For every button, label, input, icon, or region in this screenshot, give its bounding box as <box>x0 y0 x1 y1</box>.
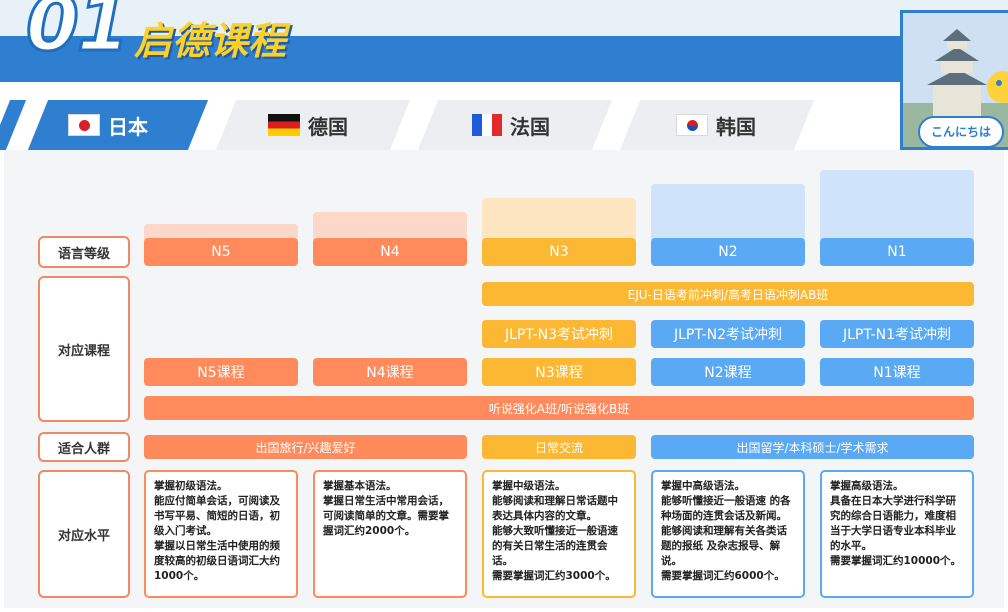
tab-france[interactable]: 法国 <box>472 100 550 150</box>
korea-flag-icon <box>676 114 708 136</box>
japan-flag-icon <box>68 114 100 136</box>
section-title: 启德课程 <box>134 19 287 63</box>
france-flag-icon <box>472 114 502 136</box>
ability-n2-text: 掌握中高级语法。 能够听懂接近一般语速 的各种场面的连贯会话及新闻。能够阅读和理… <box>661 480 791 582</box>
tab-label: 德国 <box>308 114 348 139</box>
tab-label: 韩国 <box>716 114 756 139</box>
tab-label: 法国 <box>510 114 550 139</box>
ability-n3-card: 掌握中级语法。 能够阅读和理解日常话题中表达具体内容的文章。 能够大致听懂接近一… <box>482 470 636 598</box>
course-n2[interactable]: N2课程 <box>651 358 805 386</box>
row-label-ability: 对应水平 <box>38 470 130 598</box>
audience-study-abroad: 出国留学/本科硕士/学术需求 <box>651 435 974 459</box>
ability-n2-card: 掌握中高级语法。 能够听懂接近一般语速 的各种场面的连贯会话及新闻。能够阅读和理… <box>651 470 805 598</box>
level-n3[interactable]: N3 <box>482 238 636 266</box>
tab-germany[interactable]: 德国 <box>268 100 348 150</box>
course-eju[interactable]: EJU-日语考前冲刺/高考日语冲刺AB班 <box>482 282 974 306</box>
header-banner: 01 启德课程 <box>0 0 1008 82</box>
course-n4[interactable]: N4课程 <box>313 358 467 386</box>
level-n1[interactable]: N1 <box>820 238 974 266</box>
row-label-courses: 对应课程 <box>38 276 130 422</box>
row-label-audience: 适合人群 <box>38 432 130 462</box>
level-ghost-bar <box>820 170 974 240</box>
ability-n4-card: 掌握基本语法。 掌握日常生活中常用会话，可阅读简单的文章。需要掌握词汇约2000… <box>313 470 467 598</box>
country-tabs: 日本 德国 法国 韩国 <box>0 100 900 150</box>
course-jlpt-n2[interactable]: JLPT-N2考试冲刺 <box>651 320 805 348</box>
level-n4[interactable]: N4 <box>313 238 467 266</box>
ability-n5-card: 掌握初级语法。 能应付简单会话，可阅读及书写平易、简短的日语，初级入门考试。 掌… <box>144 470 298 598</box>
course-jlpt-n3[interactable]: JLPT-N3考试冲刺 <box>482 320 636 348</box>
course-n5[interactable]: N5课程 <box>144 358 298 386</box>
tab-korea[interactable]: 韩国 <box>676 100 756 150</box>
course-n3[interactable]: N3课程 <box>482 358 636 386</box>
row-label-level: 语言等级 <box>38 236 130 268</box>
course-listening[interactable]: 听说强化A班/听说强化B班 <box>144 396 974 420</box>
tab-japan[interactable]: 日本 <box>68 100 148 150</box>
greeting-bubble: こんにちは <box>918 116 1004 148</box>
level-n5[interactable]: N5 <box>144 238 298 266</box>
section-number: 01 <box>25 0 132 68</box>
level-n2[interactable]: N2 <box>651 238 805 266</box>
germany-flag-icon <box>268 114 300 136</box>
ability-n3-text: 掌握中级语法。 能够阅读和理解日常话题中表达具体内容的文章。 能够大致听懂接近一… <box>492 480 618 582</box>
level-ghost-bar <box>482 198 636 240</box>
course-jlpt-n1[interactable]: JLPT-N1考试冲刺 <box>820 320 974 348</box>
level-ghost-bar <box>651 184 805 240</box>
ability-n4-text: 掌握基本语法。 掌握日常生活中常用会话，可阅读简单的文章。需要掌握词汇约2000… <box>323 480 449 537</box>
course-n1[interactable]: N1课程 <box>820 358 974 386</box>
audience-travel: 出国旅行/兴趣爱好 <box>144 435 467 459</box>
ability-n1-card: 掌握高级语法。 具备在日本大学进行科学研究的综合日语能力，难度相当于大学日语专业… <box>820 470 974 598</box>
tab-accent-stripe <box>0 100 27 150</box>
tab-label: 日本 <box>108 114 148 139</box>
ability-n1-text: 掌握高级语法。 具备在日本大学进行科学研究的综合日语能力，难度相当于大学日语专业… <box>830 480 962 567</box>
audience-daily: 日常交流 <box>482 435 636 459</box>
ability-n5-text: 掌握初级语法。 能应付简单会话，可阅读及书写平易、简短的日语，初级入门考试。 掌… <box>154 480 280 582</box>
level-ghost-bar <box>313 212 467 240</box>
